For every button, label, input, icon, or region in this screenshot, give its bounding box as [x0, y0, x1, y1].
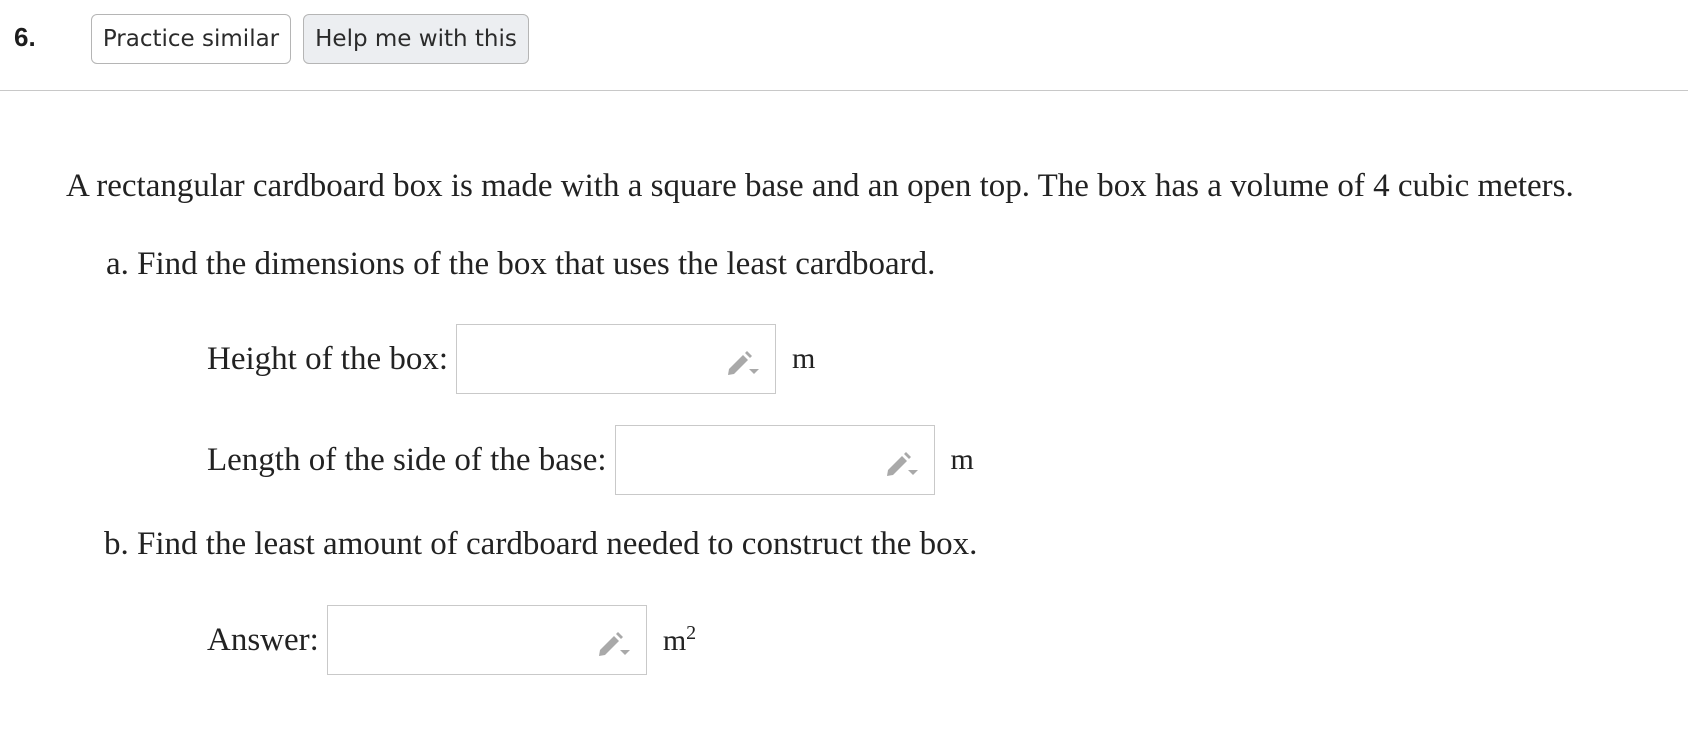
problem-statement: A rectangular cardboard box is made with… [66, 168, 1574, 205]
pencil-dropdown-icon[interactable] [596, 628, 632, 658]
volume-value: 4 cubic meters [1373, 168, 1566, 204]
answer-unit: m2 [663, 622, 696, 658]
height-input[interactable] [456, 324, 777, 394]
practice-similar-button[interactable]: Practice similar [91, 14, 291, 64]
answer-unit-exponent: 2 [686, 622, 697, 644]
help-me-button[interactable]: Help me with this [303, 14, 529, 64]
height-row: Height of the box: m [207, 324, 815, 394]
question-number: 6. [14, 22, 36, 52]
problem-end: . [1565, 168, 1574, 204]
base-length-input[interactable] [614, 425, 935, 495]
part-a-prompt: a. Find the dimensions of the box that u… [106, 246, 936, 282]
problem-text: A rectangular cardboard box is made with… [66, 168, 1374, 204]
part-b-prompt: b. Find the least amount of cardboard ne… [104, 526, 978, 562]
height-unit: m [792, 342, 816, 375]
pencil-dropdown-icon[interactable] [884, 448, 920, 478]
answer-unit-base: m [662, 624, 687, 657]
answer-row: Answer: m2 [207, 605, 696, 675]
question-header: 6. Practice similar Help me with this [0, 0, 1688, 91]
height-label: Height of the box: [207, 340, 449, 377]
pencil-dropdown-icon[interactable] [725, 347, 761, 377]
base-length-row: Length of the side of the base: m [207, 425, 974, 495]
base-length-label: Length of the side of the base: [207, 441, 607, 478]
answer-input[interactable] [326, 605, 647, 675]
answer-label: Answer: [207, 621, 319, 658]
base-length-unit: m [950, 443, 974, 476]
